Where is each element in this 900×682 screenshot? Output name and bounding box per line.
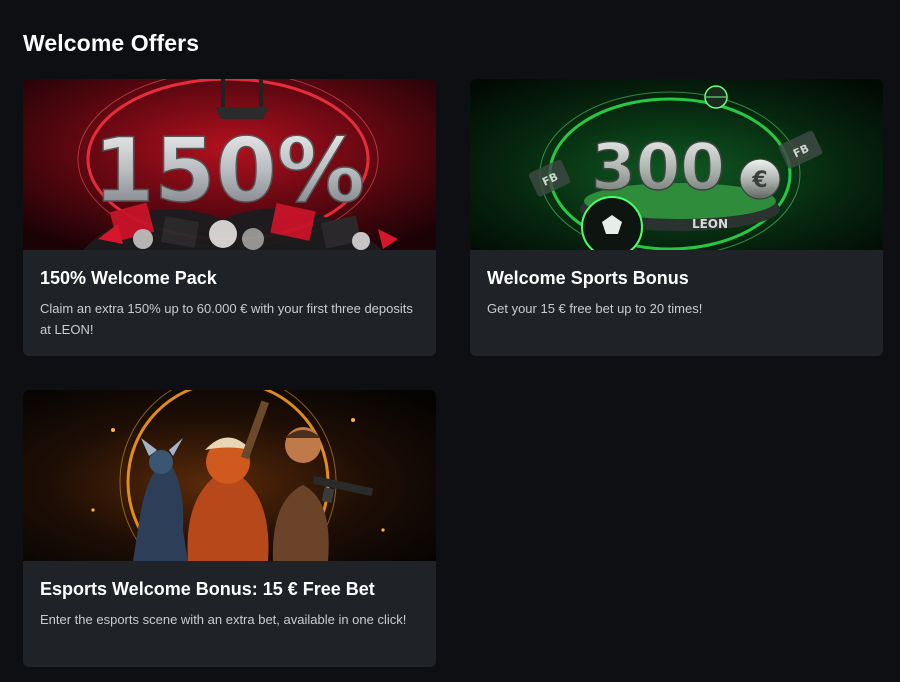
offer-banner-sports-bonus: LEON 300 € FB FB — [470, 79, 883, 250]
offer-card-sports-bonus[interactable]: LEON 300 € FB FB Welcome Sports Bonus Ge… — [470, 79, 883, 356]
banner-leon-text: LEON — [692, 217, 728, 231]
gift-pile-icon: 150% — [23, 79, 436, 250]
offer-card-body: Welcome Sports Bonus Get your 15 € free … — [470, 250, 883, 319]
offer-title: 150% Welcome Pack — [40, 268, 217, 288]
offer-card-body: Esports Welcome Bonus: 15 € Free Bet Ent… — [23, 561, 436, 630]
offer-description: Enter the esports scene with an extra be… — [40, 612, 407, 627]
welcome-offers-page: Welcome Offers 150% 150% Welcome Pack Cl… — [0, 0, 900, 682]
offer-title: Welcome Sports Bonus — [487, 268, 689, 288]
offer-card-esports-bonus[interactable]: Esports Welcome Bonus: 15 € Free Bet Ent… — [23, 390, 436, 667]
offer-card-body: 150% Welcome Pack Claim an extra 150% up… — [23, 250, 436, 340]
banner-euro-text: € — [751, 168, 767, 193]
offer-description: Claim an extra 150% up to 60.000 € with … — [40, 301, 413, 337]
soccer-ball-icon: LEON 300 € FB FB — [470, 79, 883, 250]
offer-description: Get your 15 € free bet up to 20 times! — [487, 301, 703, 316]
offer-card-welcome-pack[interactable]: 150% 150% Welcome Pack Claim an extra 15… — [23, 79, 436, 356]
offer-banner-esports-bonus — [23, 390, 436, 561]
banner-300-text: 300 — [591, 131, 725, 205]
offer-title: Esports Welcome Bonus: 15 € Free Bet — [40, 579, 375, 599]
page-title: Welcome Offers — [23, 30, 200, 56]
esports-heroes-icon — [23, 390, 436, 561]
offer-banner-welcome-pack: 150% — [23, 79, 436, 250]
